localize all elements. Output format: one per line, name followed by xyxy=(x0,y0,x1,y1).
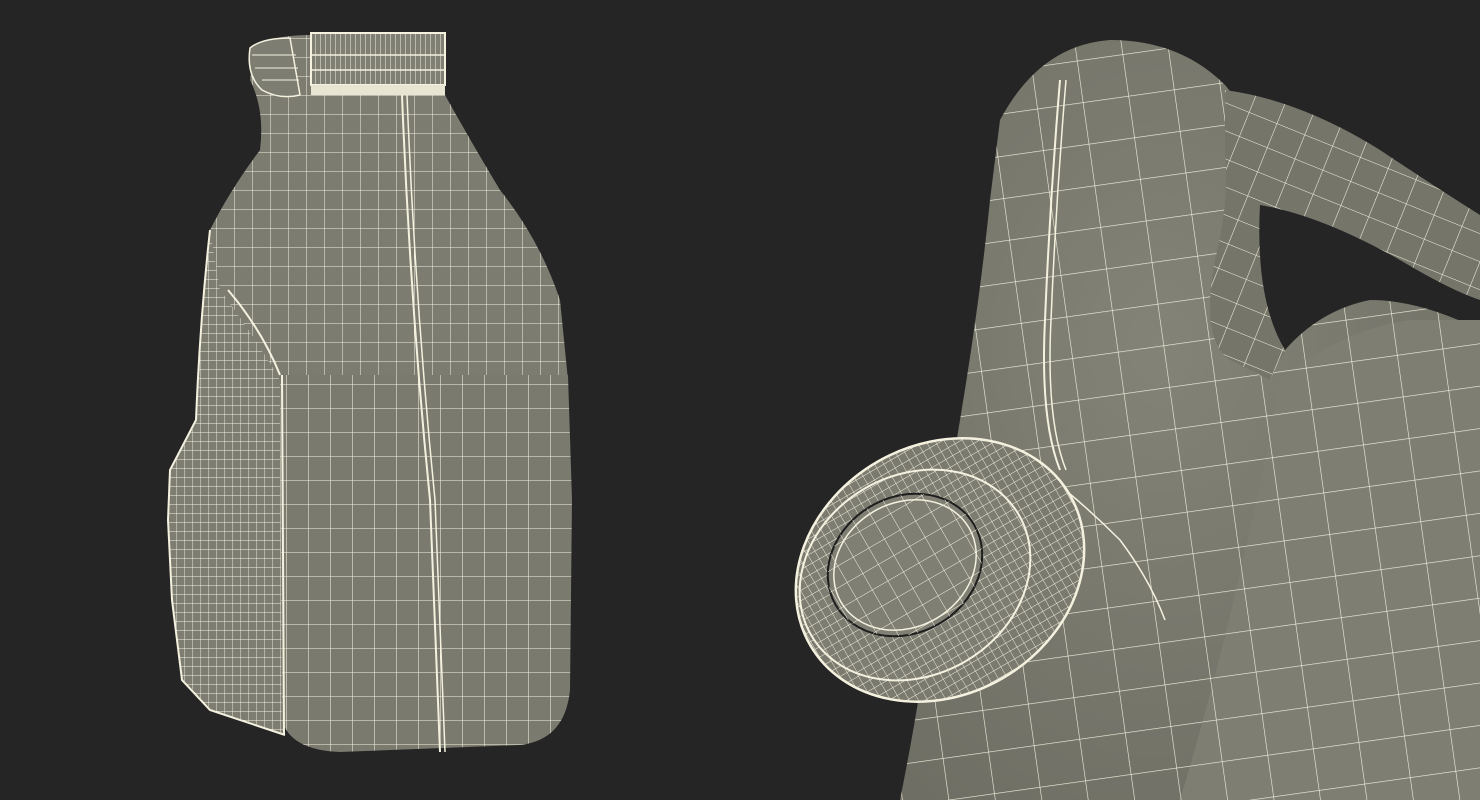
wireframe-render xyxy=(166,32,1480,800)
bottle-front-view xyxy=(166,32,572,753)
bottle-closeup-view xyxy=(794,40,1480,800)
bottle-cap xyxy=(310,32,446,95)
render-viewport xyxy=(0,0,1480,800)
